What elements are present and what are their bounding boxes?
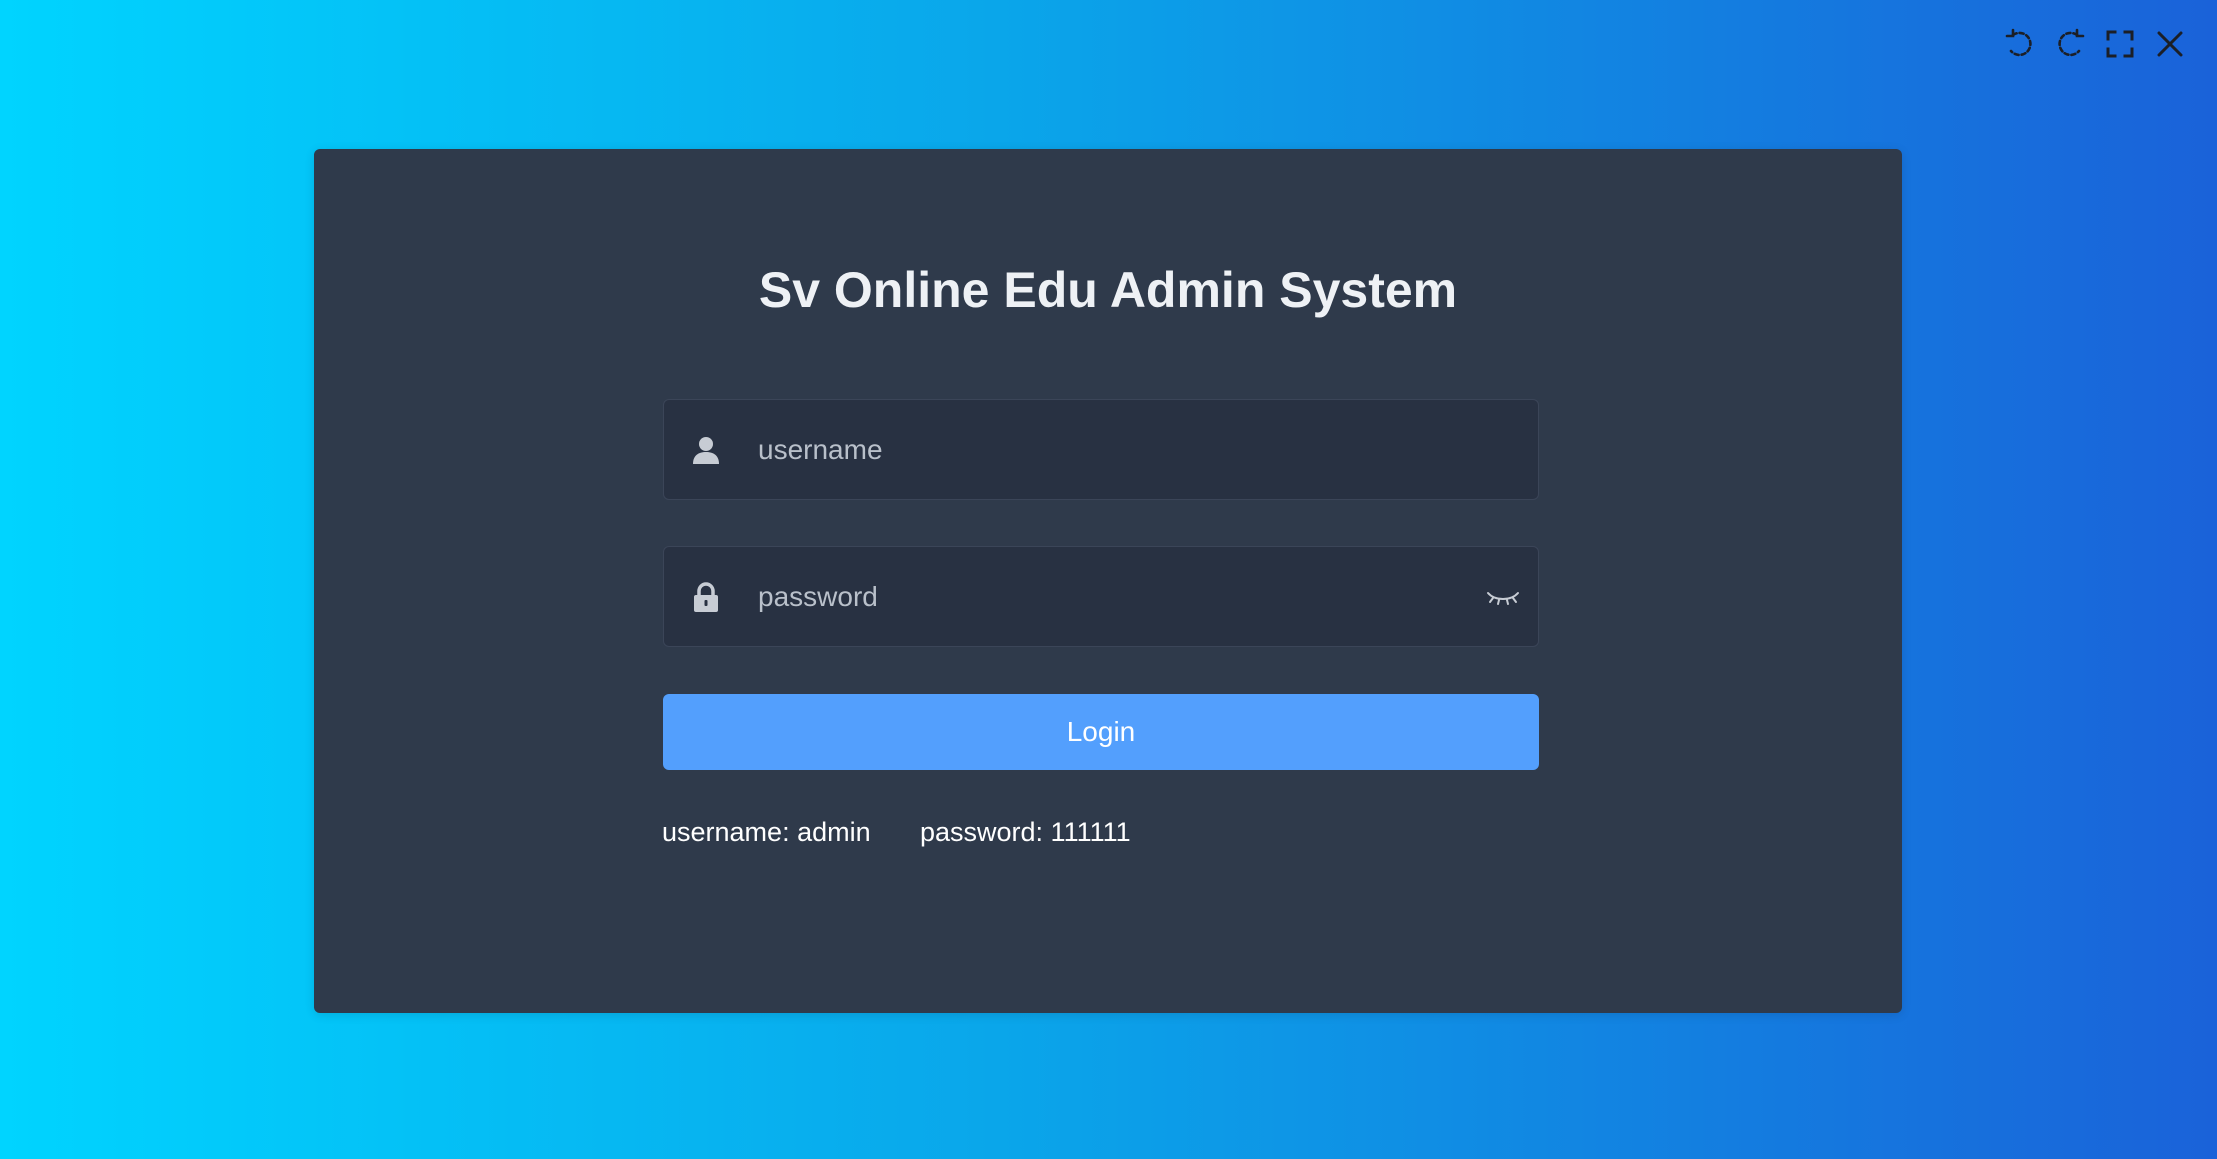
fullscreen-button[interactable] bbox=[2102, 26, 2138, 62]
username-hint: username: admin bbox=[662, 817, 871, 847]
lock-icon bbox=[694, 581, 718, 612]
username-field[interactable] bbox=[663, 399, 1539, 500]
username-input[interactable] bbox=[758, 400, 1458, 499]
close-icon bbox=[2157, 31, 2183, 57]
viewer-toolbar bbox=[2002, 26, 2188, 62]
login-card: Sv Online Edu Admin System Login usernam… bbox=[314, 149, 1902, 1013]
password-input[interactable] bbox=[758, 547, 1458, 646]
password-field[interactable] bbox=[663, 546, 1539, 647]
eye-closed-icon[interactable] bbox=[1485, 583, 1521, 611]
rotate-right-button[interactable] bbox=[2052, 26, 2088, 62]
page-title: Sv Online Edu Admin System bbox=[758, 262, 1458, 318]
close-button[interactable] bbox=[2152, 26, 2188, 62]
rotate-left-button[interactable] bbox=[2002, 26, 2038, 62]
fullscreen-icon bbox=[2106, 30, 2134, 58]
user-icon bbox=[693, 436, 719, 464]
password-hint: password: 111111 bbox=[920, 817, 1131, 847]
rotate-right-icon bbox=[2058, 28, 2085, 57]
rotate-left-icon bbox=[2005, 28, 2032, 57]
login-button[interactable]: Login bbox=[663, 694, 1539, 770]
